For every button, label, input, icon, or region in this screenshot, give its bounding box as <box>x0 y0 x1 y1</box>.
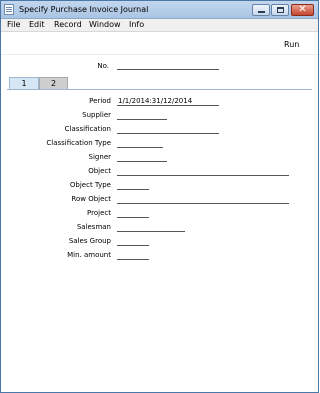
signer-label: Signer <box>88 153 111 161</box>
report-window: Specify Purchase Invoice Journal ✕ File … <box>0 0 319 393</box>
header-divider <box>1 54 318 55</box>
salesman-label: Salesman <box>76 223 111 231</box>
menu-record[interactable]: Record <box>54 20 82 29</box>
project-label: Project <box>87 209 111 217</box>
object-type-label: Object Type <box>69 181 111 189</box>
close-icon: ✕ <box>298 4 307 15</box>
object-label: Object <box>88 167 111 175</box>
close-button[interactable]: ✕ <box>291 4 314 16</box>
supplier-field[interactable] <box>117 111 167 120</box>
minimize-icon <box>258 11 265 13</box>
object-type-field[interactable] <box>117 181 149 190</box>
classification-field[interactable] <box>117 125 219 134</box>
document-icon <box>4 4 14 15</box>
supplier-label: Supplier <box>82 111 111 119</box>
minimize-button[interactable] <box>252 4 270 16</box>
project-field[interactable] <box>117 209 149 218</box>
title-bar[interactable]: Specify Purchase Invoice Journal ✕ <box>1 1 318 19</box>
maximize-icon <box>277 7 284 13</box>
window-title: Specify Purchase Invoice Journal <box>19 5 149 14</box>
tab-divider <box>7 89 312 90</box>
menu-bar: File Edit Record Window Info <box>1 19 318 32</box>
no-field[interactable] <box>117 61 219 70</box>
object-field[interactable] <box>117 167 289 176</box>
classification-label: Classification <box>64 125 111 133</box>
maximize-button[interactable] <box>271 4 289 16</box>
classification-type-label: Classification Type <box>46 139 111 147</box>
sales-group-label: Sales Group <box>68 237 111 245</box>
sales-group-field[interactable] <box>117 237 149 246</box>
row-object-label: Row Object <box>71 195 111 203</box>
run-button[interactable]: Run <box>284 40 299 49</box>
signer-field[interactable] <box>117 153 167 162</box>
menu-window[interactable]: Window <box>89 20 121 29</box>
row-object-field[interactable] <box>117 195 289 204</box>
period-label: Period <box>89 97 111 105</box>
no-label: No. <box>97 62 109 70</box>
min-amount-label: Min. amount <box>67 251 111 259</box>
min-amount-field[interactable] <box>117 251 149 260</box>
menu-info[interactable]: Info <box>129 20 144 29</box>
menu-edit[interactable]: Edit <box>29 20 45 29</box>
classification-type-field[interactable] <box>117 139 163 148</box>
salesman-field[interactable] <box>117 223 185 232</box>
period-field[interactable]: 1/1/2014:31/12/2014 <box>117 97 219 106</box>
menu-file[interactable]: File <box>7 20 20 29</box>
